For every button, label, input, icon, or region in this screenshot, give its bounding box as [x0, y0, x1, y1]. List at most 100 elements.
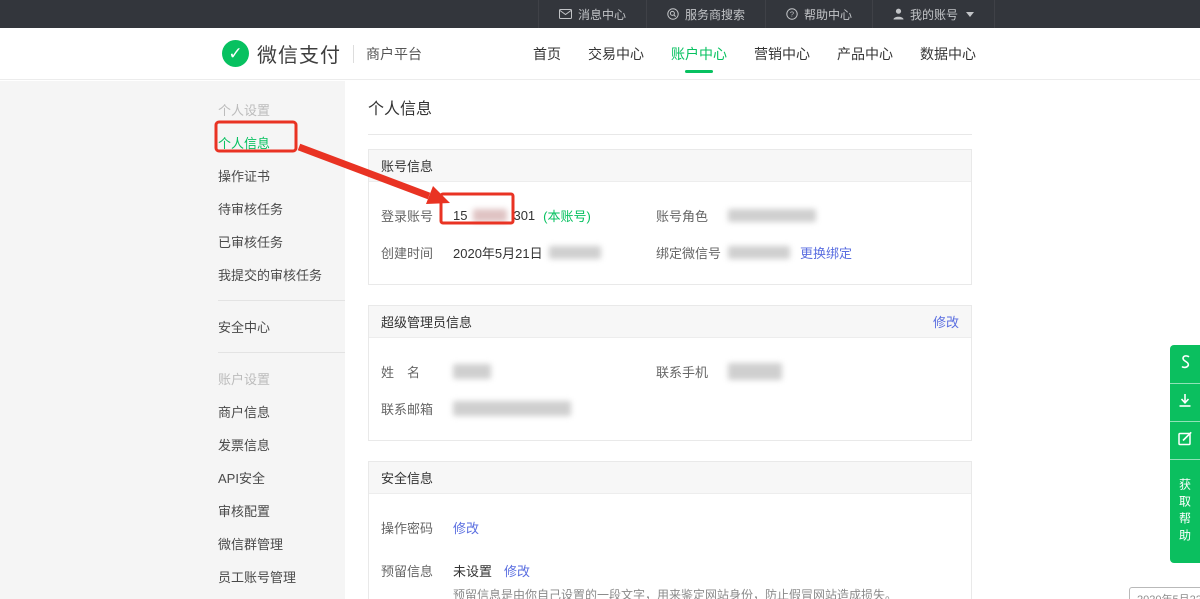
sidebar-item-security-center[interactable]: 安全中心	[218, 310, 345, 343]
sidebar-item-pending-review-tasks[interactable]: 待审核任务	[218, 192, 345, 225]
sidebar-item-operation-cert[interactable]: 操作证书	[218, 159, 345, 192]
date-stamp: 2020年5月22日	[1129, 587, 1200, 599]
topbar-item-label: 帮助中心	[804, 6, 852, 23]
reserved-info-value: 未设置	[453, 561, 492, 580]
login-account-suffix: 301	[513, 208, 535, 223]
tip-line: 预留信息是由你自己设置的一段文字，用来鉴定网站身份，防止假冒网站造成损失。	[453, 586, 959, 599]
change-binding-link[interactable]: 更换绑定	[800, 243, 852, 262]
nav-marketing-center[interactable]: 营销中心	[754, 28, 810, 79]
nav-transaction-center[interactable]: 交易中心	[588, 28, 644, 79]
created-time-label: 创建时间	[381, 243, 453, 262]
sidebar-item-reviewed-tasks[interactable]: 已审核任务	[218, 225, 345, 258]
sidebar-item-invoice-info[interactable]: 发票信息	[218, 428, 345, 461]
created-date: 2020年5月21日	[453, 243, 543, 262]
bound-wechat-label: 绑定微信号	[656, 243, 728, 262]
portal-name: 商户平台	[366, 44, 422, 64]
topbar-my-account[interactable]: 我的账号	[872, 0, 995, 28]
super-admin-body: 姓 名 联系手机 联系邮箱	[369, 338, 971, 440]
sidebar-item-review-config[interactable]: 审核配置	[218, 494, 345, 527]
topbar-item-label: 服务商搜索	[685, 6, 745, 23]
masked-account-role	[728, 209, 816, 222]
password-edit-link[interactable]: 修改	[453, 518, 479, 537]
operation-password-label: 操作密码	[381, 518, 453, 537]
nav-home[interactable]: 首页	[533, 28, 561, 79]
account-role-label: 账号角色	[656, 206, 728, 225]
nav-account-center[interactable]: 账户中心	[671, 28, 727, 79]
topbar-provider-search[interactable]: 服务商搜索	[646, 0, 765, 28]
reserved-info-label: 预留信息	[381, 561, 453, 580]
masked-wechat-id	[728, 246, 790, 259]
chevron-down-icon	[966, 12, 974, 17]
sidebar-item-staff-account-mgmt[interactable]: 员工账号管理	[218, 560, 345, 593]
feedback-button[interactable]	[1170, 421, 1200, 459]
get-help-label: 获取帮助	[1177, 478, 1194, 546]
download-icon	[1178, 393, 1192, 413]
masked-contact-phone	[728, 363, 782, 380]
nav-product-center[interactable]: 产品中心	[837, 28, 893, 79]
security-info-section-header: 安全信息	[369, 462, 971, 494]
logo[interactable]: ✓ 微信支付 商户平台	[222, 39, 422, 68]
reserved-info-tips: 预留信息是由你自己设置的一段文字，用来鉴定网站身份，防止假冒网站造成损失。 配置…	[453, 586, 959, 599]
sidebar-item-personal-info[interactable]: 个人信息	[218, 126, 345, 159]
get-help-button[interactable]: 获取帮助	[1170, 459, 1200, 563]
security-info-body: 操作密码 修改 预留信息 未设置 修改 预留信息是由你自己设置的一段文字，用来鉴…	[369, 494, 971, 599]
question-icon: ?	[786, 8, 798, 20]
masked-contact-email	[453, 401, 571, 416]
svg-text:?: ?	[790, 10, 794, 19]
topbar-help-center[interactable]: ? 帮助中心	[765, 0, 872, 28]
contact-email-label: 联系邮箱	[381, 399, 453, 418]
primary-nav: 首页 交易中心 账户中心 营销中心 产品中心 数据中心	[533, 28, 976, 79]
security-info-section: 安全信息 操作密码 修改 预留信息 未设置 修改	[368, 461, 972, 599]
sidebar-item-merchant-info[interactable]: 商户信息	[218, 395, 345, 428]
created-time-value: 2020年5月21日	[453, 243, 601, 262]
link-icon	[1178, 354, 1192, 375]
main-content: 个人信息 账号信息 登录账号 15301 (本账号)	[368, 95, 972, 599]
contact-phone-label: 联系手机	[656, 362, 728, 381]
sidebar-divider	[218, 300, 345, 301]
wechat-pay-logo-icon: ✓	[222, 40, 249, 67]
masked-admin-name	[453, 364, 491, 379]
admin-edit-link[interactable]: 修改	[933, 312, 959, 331]
sidebar-group-personal-settings: 个人设置	[218, 93, 345, 126]
topbar-item-label: 我的账号	[910, 6, 958, 23]
sidebar-item-my-submitted-tasks[interactable]: 我提交的审核任务	[218, 258, 345, 291]
topbar-item-label: 消息中心	[578, 6, 626, 23]
sidebar-item-wechat-group-mgmt[interactable]: 微信群管理	[218, 527, 345, 560]
admin-name-label: 姓 名	[381, 362, 453, 381]
page-title: 个人信息	[368, 95, 972, 119]
mail-icon	[559, 9, 572, 19]
logo-divider	[353, 45, 354, 63]
reserved-edit-link[interactable]: 修改	[504, 561, 530, 580]
topbar-message-center[interactable]: 消息中心	[538, 0, 646, 28]
account-info-body: 登录账号 15301 (本账号) 账号角色 创	[369, 182, 971, 284]
masked-created-time	[549, 246, 601, 259]
login-account-prefix: 15	[453, 208, 467, 223]
download-button[interactable]	[1170, 383, 1200, 421]
nav-data-center[interactable]: 数据中心	[920, 28, 976, 79]
sidebar-item-face-smart-device[interactable]: 刷脸智能设备	[218, 593, 345, 599]
sidebar: 个人设置 个人信息 操作证书 待审核任务 已审核任务 我提交的审核任务 安全中心…	[218, 89, 345, 599]
sidebar-group-account-settings: 账户设置	[218, 362, 345, 395]
login-account-label: 登录账号	[381, 206, 453, 225]
search-icon	[667, 8, 679, 20]
account-info-section: 账号信息 登录账号 15301 (本账号) 账号角色	[368, 149, 972, 285]
floating-toolbar: 获取帮助	[1170, 345, 1200, 563]
user-icon	[893, 8, 904, 20]
edit-icon	[1178, 431, 1193, 451]
sidebar-item-api-security[interactable]: API安全	[218, 461, 345, 494]
section-title: 超级管理员信息	[381, 312, 472, 331]
page: 消息中心 服务商搜索 ? 帮助中心 我的账号 ✓ 微信支付 商户	[0, 0, 1200, 599]
login-account-value: 15 301	[453, 208, 535, 223]
sidebar-divider	[218, 352, 345, 353]
body-area: 个人设置 个人信息 操作证书 待审核任务 已审核任务 我提交的审核任务 安全中心…	[0, 81, 1200, 599]
account-info-section-header: 账号信息	[369, 150, 971, 182]
super-admin-section-header: 超级管理员信息 修改	[369, 306, 971, 338]
section-title: 账号信息	[381, 156, 433, 175]
link-shortcut-button[interactable]	[1170, 345, 1200, 383]
section-title: 安全信息	[381, 468, 433, 487]
utility-topbar: 消息中心 服务商搜索 ? 帮助中心 我的账号	[0, 0, 1200, 28]
masked-login-middle	[473, 209, 507, 222]
site-header: ✓ 微信支付 商户平台 首页 交易中心 账户中心 营销中心 产品中心 数据中心	[0, 28, 1200, 80]
super-admin-section: 超级管理员信息 修改 姓 名 联系手机	[368, 305, 972, 441]
brand-name: 微信支付	[257, 39, 341, 68]
